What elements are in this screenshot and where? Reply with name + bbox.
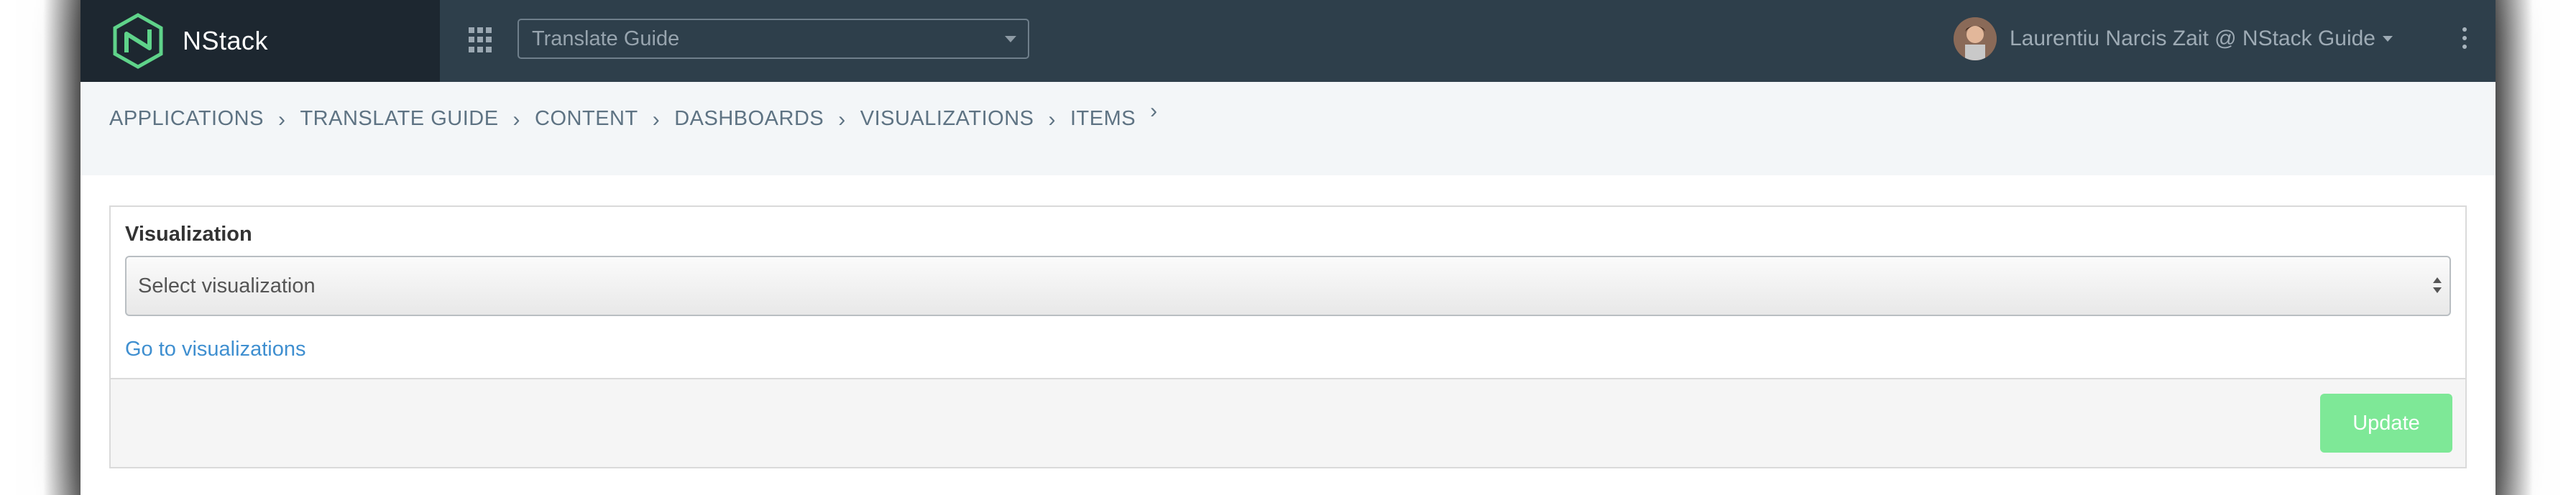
go-to-visualizations-link[interactable]: Go to visualizations: [125, 338, 305, 361]
breadcrumb-visualizations[interactable]: VISUALIZATIONS: [860, 107, 1034, 131]
breadcrumb: APPLICATIONS › TRANSLATE GUIDE › CONTENT…: [109, 99, 1172, 131]
update-button[interactable]: Update: [2320, 394, 2452, 453]
user-name: Laurentiu Narcis Zait @ NStack Guide: [2010, 27, 2375, 50]
breadcrumb-separator: ›: [1048, 108, 1056, 131]
brand[interactable]: NStack: [80, 0, 440, 82]
application-select-value: Translate Guide: [532, 27, 680, 50]
panel-footer: Update: [111, 378, 2465, 467]
brand-name: NStack: [183, 26, 269, 55]
breadcrumb-applications[interactable]: APPLICATIONS: [109, 107, 264, 131]
visualization-select-value: Select visualization: [138, 274, 316, 297]
breadcrumb-separator: ›: [512, 108, 521, 131]
breadcrumb-bar: APPLICATIONS › TRANSLATE GUIDE › CONTENT…: [80, 82, 2496, 175]
breadcrumb-content[interactable]: CONTENT: [535, 107, 638, 131]
breadcrumb-translate-guide[interactable]: TRANSLATE GUIDE: [300, 107, 498, 131]
breadcrumb-separator: ›: [1150, 99, 1158, 123]
grid-icon[interactable]: [469, 26, 496, 53]
user-menu[interactable]: Laurentiu Narcis Zait @ NStack Guide: [1954, 16, 2393, 62]
visualization-select[interactable]: Select visualization: [125, 256, 2451, 316]
visualization-label: Visualization: [125, 223, 252, 246]
kebab-menu-icon[interactable]: [2461, 27, 2468, 49]
application-select[interactable]: Translate Guide: [518, 19, 1029, 59]
chevron-down-icon: [1005, 36, 1016, 42]
visualization-panel: Visualization Select visualization Go to…: [109, 205, 2467, 468]
top-navbar: NStack Translate Guide Laurentiu Narcis …: [80, 0, 2496, 82]
select-arrows-icon: [2432, 277, 2442, 296]
nstack-logo-icon: [113, 13, 163, 69]
breadcrumb-items[interactable]: ITEMS: [1070, 107, 1136, 131]
avatar: [1954, 17, 1997, 60]
breadcrumb-dashboards[interactable]: DASHBOARDS: [674, 107, 824, 131]
breadcrumb-separator: ›: [652, 108, 661, 131]
app-window: NStack Translate Guide Laurentiu Narcis …: [80, 0, 2496, 495]
breadcrumb-separator: ›: [277, 108, 286, 131]
breadcrumb-separator: ›: [838, 108, 846, 131]
caret-down-icon: [2383, 36, 2393, 42]
